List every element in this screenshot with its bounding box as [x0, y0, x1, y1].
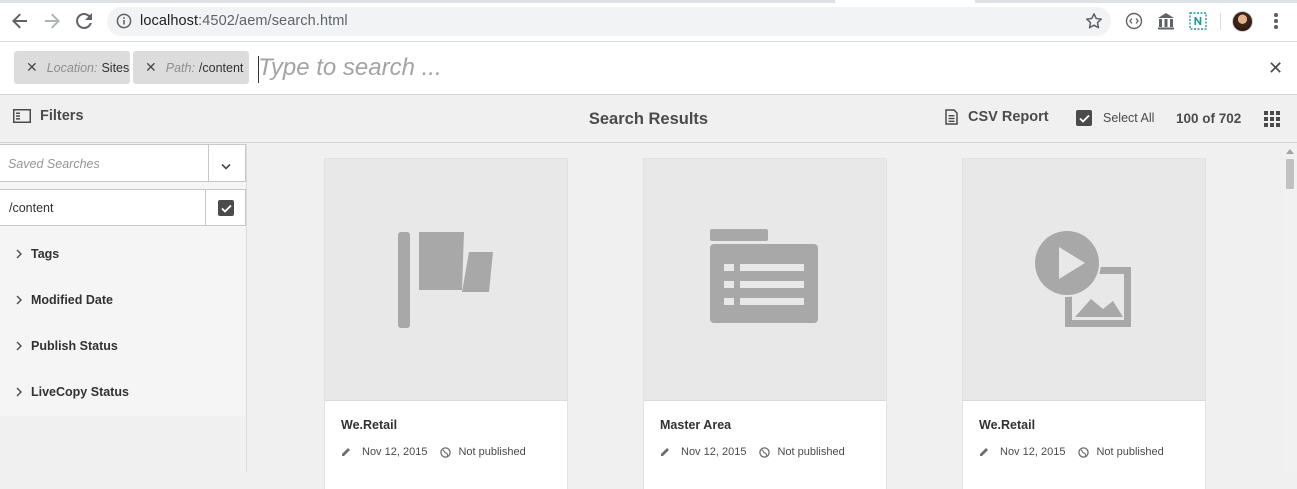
card-title: We.Retail: [979, 418, 1036, 432]
extension-n-icon[interactable]: [1188, 11, 1208, 31]
back-icon: [12, 13, 27, 29]
omnisearch-bar: ✕ Location: Sites ✕ Path: /content ✕: [0, 42, 1297, 95]
url-path: :4502/aem/search.html: [198, 13, 348, 29]
card-meta: Nov 12, 2015 Not published: [660, 446, 845, 458]
facet-tags[interactable]: Tags: [16, 247, 59, 261]
scrollbar-thumb[interactable]: [1286, 159, 1294, 189]
facet-label: Publish Status: [31, 339, 118, 353]
select-all-label: Select All: [1103, 111, 1155, 125]
tag-value: /content: [198, 60, 244, 75]
path-browse-checkbox-icon[interactable]: [218, 200, 234, 216]
tab-strip-edge: [0, 0, 835, 3]
pencil-icon: [342, 448, 350, 456]
chevron-right-icon: [16, 387, 22, 397]
card-title: We.Retail: [341, 418, 398, 432]
card-meta: Nov 12, 2015 Not published: [341, 446, 526, 458]
close-search-icon[interactable]: ✕: [1268, 59, 1283, 77]
card-view-toggle-icon[interactable]: [1264, 111, 1280, 127]
extension-museum-icon[interactable]: [1156, 11, 1176, 31]
pencil-icon: [661, 448, 669, 456]
forward-button[interactable]: [40, 9, 64, 33]
filters-panel-empty-area: [0, 416, 246, 472]
scroll-up-arrow-icon[interactable]: [1286, 149, 1294, 154]
profile-avatar[interactable]: [1232, 11, 1253, 32]
back-button[interactable]: [8, 9, 32, 33]
facet-label: Tags: [31, 247, 60, 261]
facet-label: LiveCopy Status: [31, 385, 129, 399]
tag-key: Location:: [46, 60, 98, 75]
results-grid: We.Retail Nov 12, 2015 Not published Mas…: [248, 144, 1297, 489]
card-thumbnail: [963, 159, 1205, 401]
tab-strip-edge: [975, 0, 1297, 3]
result-card[interactable]: Master Area Nov 12, 2015 Not published: [644, 159, 886, 489]
card-modified-date: Nov 12, 2015: [1000, 446, 1066, 458]
dropdown-divider: [208, 145, 209, 181]
text-caret: [258, 56, 259, 83]
card-meta: Nov 12, 2015 Not published: [979, 446, 1164, 458]
card-publish-status: Not published: [458, 446, 526, 458]
chevron-right-icon: [16, 249, 22, 259]
card-thumbnail: [325, 159, 567, 401]
url-text: localhost:4502/aem/search.html: [140, 13, 348, 29]
card-publish-status: Not published: [1096, 446, 1164, 458]
flag-icon: [398, 232, 493, 328]
result-card[interactable]: We.Retail Nov 12, 2015 Not published: [325, 159, 567, 489]
report-icon: [945, 109, 958, 125]
select-all-checkbox-icon: [1076, 110, 1092, 126]
pencil-icon: [980, 448, 988, 456]
toolbar-separator: [1220, 13, 1221, 30]
rail-toggle-icon: [13, 109, 31, 123]
search-tag-location[interactable]: ✕ Location: Sites: [14, 51, 130, 84]
address-bar[interactable]: localhost:4502/aem/search.html: [107, 7, 1111, 36]
facet-livecopy-status[interactable]: LiveCopy Status: [16, 385, 129, 399]
card-modified-date: Nov 12, 2015: [681, 446, 747, 458]
facet-publish-status[interactable]: Publish Status: [16, 339, 118, 353]
csv-label: CSV Report: [968, 109, 1049, 125]
forward-icon: [45, 13, 60, 29]
path-value: /content: [9, 201, 54, 215]
card-title: Master Area: [660, 418, 732, 432]
url-host: localhost: [140, 13, 199, 29]
remove-tag-icon[interactable]: ✕: [26, 59, 38, 76]
filters-panel: Saved Searches /content Tags Modified Da…: [0, 144, 247, 472]
globe-icon: [1078, 446, 1090, 458]
results-scrollbar[interactable]: [1283, 147, 1297, 472]
remove-tag-icon[interactable]: ✕: [145, 59, 157, 76]
card-publish-status: Not published: [777, 446, 845, 458]
card-modified-date: Nov 12, 2015: [362, 446, 428, 458]
tag-value: Sites: [101, 60, 130, 75]
path-divider: [205, 190, 206, 225]
card-thumbnail: [644, 159, 886, 401]
saved-searches-placeholder: Saved Searches: [8, 157, 100, 171]
search-input[interactable]: [258, 51, 1238, 84]
facet-modified-date[interactable]: Modified Date: [16, 293, 113, 307]
path-field[interactable]: /content: [0, 189, 246, 226]
info-icon[interactable]: [116, 13, 132, 34]
globe-icon: [759, 446, 771, 458]
saved-searches-dropdown[interactable]: Saved Searches: [0, 144, 246, 182]
list-page-icon: [710, 229, 818, 323]
chevron-down-icon[interactable]: [220, 158, 232, 176]
select-all-button[interactable]: Select All: [1076, 110, 1154, 126]
search-tag-path[interactable]: ✕ Path: /content: [133, 51, 249, 84]
extension-code-icon[interactable]: [1124, 11, 1144, 31]
reload-button[interactable]: [72, 9, 96, 33]
media-icon: [1035, 231, 1131, 327]
reload-icon: [76, 12, 92, 29]
browser-menu-icon[interactable]: [1266, 11, 1286, 31]
result-count: 100 of 702: [1176, 111, 1242, 126]
result-card[interactable]: We.Retail Nov 12, 2015 Not published: [963, 159, 1205, 489]
csv-report-button[interactable]: CSV Report: [945, 109, 1049, 125]
filters-toggle-button[interactable]: Filters: [13, 108, 84, 124]
action-bar: Filters Search Results CSV Report Select…: [0, 96, 1297, 143]
filters-label: Filters: [40, 108, 84, 124]
facet-label: Modified Date: [31, 293, 113, 307]
bookmark-star-icon[interactable]: [1085, 12, 1103, 35]
browser-toolbar: localhost:4502/aem/search.html: [0, 0, 1297, 42]
tag-key: Path:: [165, 60, 195, 75]
chevron-right-icon: [16, 341, 22, 351]
globe-icon: [440, 446, 452, 458]
chevron-right-icon: [16, 295, 22, 305]
